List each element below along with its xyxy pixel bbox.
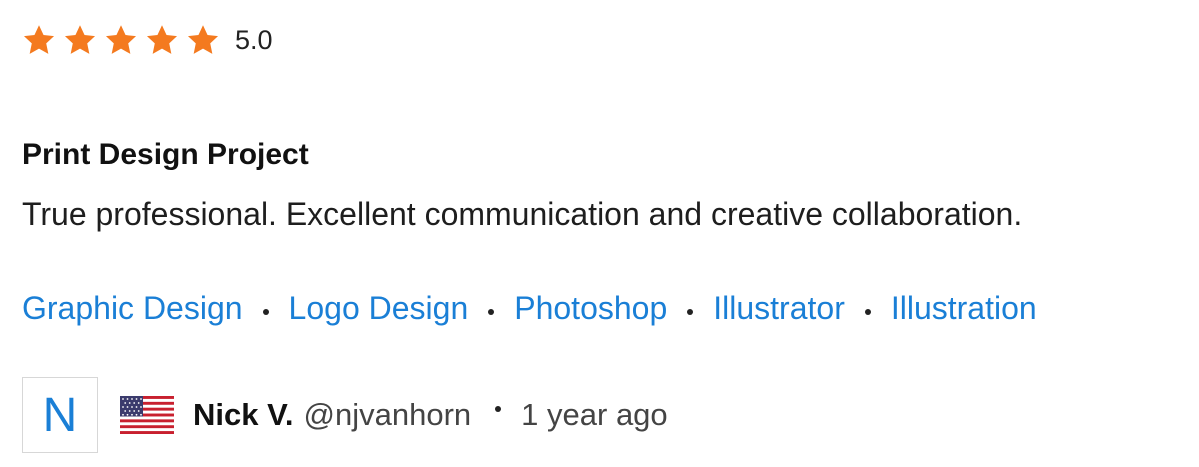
avatar[interactable]: N xyxy=(22,377,98,453)
review-card: 5.0 Print Design Project True profession… xyxy=(22,0,1182,467)
tag-separator-dot xyxy=(262,308,269,315)
skill-tags: Graphic Design Logo Design Photoshop Ill… xyxy=(22,290,1037,327)
author-name[interactable]: Nick V. xyxy=(193,397,294,433)
rating-value: 5.0 xyxy=(235,24,273,55)
review-body: True professional. Excellent communicati… xyxy=(22,196,1023,232)
tag-graphic-design[interactable]: Graphic Design xyxy=(22,290,243,327)
tag-illustration[interactable]: Illustration xyxy=(891,290,1037,327)
review-title: Print Design Project xyxy=(22,138,309,171)
star-icon xyxy=(63,23,97,57)
star-icon xyxy=(145,23,179,57)
tag-separator-dot xyxy=(488,308,495,315)
review-time: 1 year ago xyxy=(521,397,668,432)
star-icon xyxy=(104,23,138,57)
meta-separator-dot xyxy=(495,406,502,412)
star-icon xyxy=(186,23,220,57)
tag-photoshop[interactable]: Photoshop xyxy=(514,290,667,327)
author-row: N Nick V. @njvanhorn 1 year ago xyxy=(22,375,668,455)
tag-illustrator[interactable]: Illustrator xyxy=(713,290,845,327)
author-handle: @njvanhorn xyxy=(303,397,472,432)
star-rating xyxy=(22,23,227,57)
tag-separator-dot xyxy=(864,308,871,315)
us-flag-icon xyxy=(120,396,174,434)
rating-row: 5.0 xyxy=(22,20,273,60)
tag-separator-dot xyxy=(687,308,694,315)
star-icon xyxy=(22,23,56,57)
tag-logo-design[interactable]: Logo Design xyxy=(289,290,469,327)
